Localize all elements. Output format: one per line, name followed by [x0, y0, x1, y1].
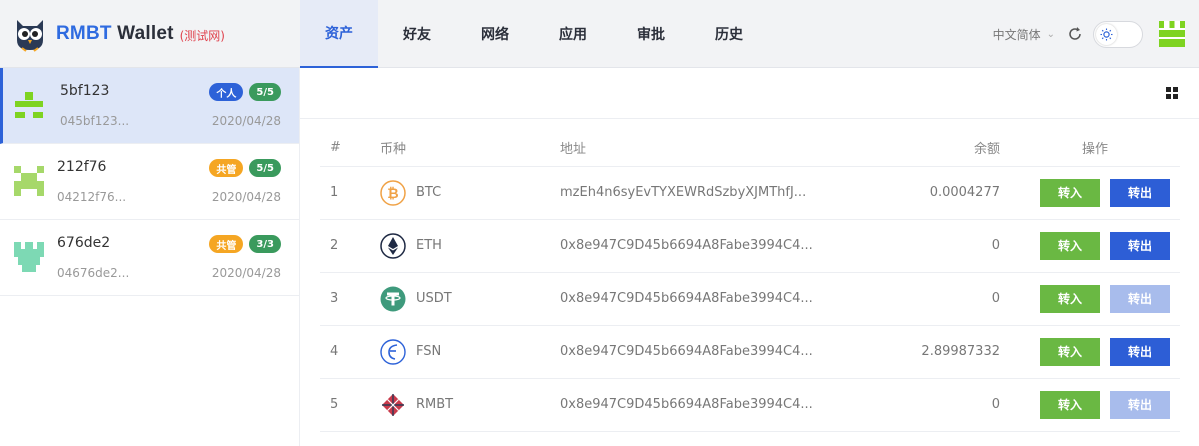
user-avatar[interactable]	[1159, 21, 1185, 47]
signer-count-badge: 5/5	[249, 83, 281, 101]
account-date: 2020/04/28	[211, 190, 281, 204]
btc-icon: ₿	[380, 179, 406, 206]
refresh-icon[interactable]	[1067, 26, 1083, 42]
tab-approval[interactable]: 审批	[612, 0, 690, 68]
signer-count-badge: 5/5	[249, 159, 281, 177]
balance-value: 0.0004277	[840, 166, 1010, 220]
withdraw-button[interactable]: 转出	[1110, 231, 1170, 260]
fsn-icon	[380, 338, 406, 365]
account-type-badge: 共管	[209, 159, 244, 177]
account-name: 676de2	[57, 235, 111, 251]
table-row: 2 ETH 0x8e947C9D45b6694A8Fabe3994C4... 0…	[320, 219, 1180, 273]
eth-icon	[380, 232, 406, 259]
account-name: 212f76	[57, 159, 107, 175]
tab-network[interactable]: 网络	[456, 0, 534, 68]
svg-text:₿: ₿	[387, 186, 398, 202]
account-list: 5bf123 个人 5/5 045bf123... 2020/04/28 212…	[0, 68, 300, 446]
account-address: 04676de2...	[57, 266, 130, 280]
col-header-num: #	[320, 129, 360, 167]
coin-name: ETH	[416, 238, 442, 253]
balance-value: 2.89987332	[840, 325, 1010, 379]
account-type-badge: 个人	[209, 83, 244, 101]
sun-icon	[1096, 23, 1117, 45]
withdraw-button: 转出	[1110, 284, 1170, 313]
wallet-address: mzEh4n6syEvTYXEWRdSzbyXJMThfJ...	[540, 166, 840, 220]
deposit-button[interactable]: 转入	[1040, 284, 1100, 313]
wallet-address: 0x8e947C9D45b6694A8Fabe3994C4...	[540, 219, 840, 273]
tab-assets[interactable]: 资产	[300, 0, 378, 68]
language-select[interactable]: 中文简体 ⌄	[993, 26, 1055, 43]
coin-name: FSN	[416, 344, 442, 359]
deposit-button[interactable]: 转入	[1040, 178, 1100, 207]
table-row: 5 RMBT 0x8e947C9D45b6694A8Fabe3994C4... …	[320, 378, 1180, 432]
table-row: 3 USDT 0x8e947C9D45b6694A8Fabe3994C4... …	[320, 272, 1180, 326]
wallet-address: 0x8e947C9D45b6694A8Fabe3994C4...	[540, 272, 840, 326]
tab-history[interactable]: 历史	[690, 0, 768, 68]
deposit-button[interactable]: 转入	[1040, 390, 1100, 419]
coin-name: RMBT	[416, 397, 454, 412]
account-date: 2020/04/28	[211, 114, 281, 128]
network-label: (测试网)	[179, 29, 225, 43]
account-badges: 个人 5/5	[209, 83, 281, 101]
coin-name: USDT	[416, 291, 452, 306]
account-badges: 共管 5/5	[209, 159, 281, 177]
account-identicon	[12, 240, 46, 274]
signer-count-badge: 3/3	[249, 235, 281, 253]
assets-panel: # 币种 地址 余额 操作 1 ₿ BTC mzEh4n6syEvTYXEWRd…	[300, 68, 1199, 446]
withdraw-button: 转出	[1110, 390, 1170, 419]
rmbt-icon	[382, 393, 404, 416]
table-row: 1 ₿ BTC mzEh4n6syEvTYXEWRdSzbyXJMThfJ...…	[320, 166, 1180, 220]
theme-toggle[interactable]	[1093, 20, 1143, 48]
balance-value: 0	[840, 219, 1010, 273]
account-address: 045bf123...	[60, 114, 130, 128]
row-number: 3	[320, 272, 360, 326]
top-header: RMBT Wallet (测试网) 资产 好友 网络 应用 审批 历史 中文简体…	[0, 0, 1199, 68]
account-item[interactable]: 5bf123 个人 5/5 045bf123... 2020/04/28	[0, 68, 299, 144]
account-identicon	[12, 88, 46, 122]
col-header-coin: 币种	[360, 129, 540, 167]
header-tools: 中文简体 ⌄	[993, 0, 1199, 68]
language-label: 中文简体	[992, 27, 1041, 42]
owl-logo-icon	[17, 20, 43, 52]
balance-value: 0	[840, 378, 1010, 432]
brand: RMBT Wallet (测试网)	[0, 0, 300, 68]
account-address: 04212f76...	[57, 190, 127, 204]
col-header-actions: 操作	[1010, 129, 1180, 167]
table-header-row: # 币种 地址 余额 操作	[320, 129, 1180, 167]
usdt-icon	[380, 286, 406, 311]
table-row: 4 FSN 0x8e947C9D45b6694A8Fabe3994C4... 2…	[320, 325, 1180, 379]
account-date: 2020/04/28	[211, 266, 281, 280]
col-header-address: 地址	[540, 129, 840, 167]
account-name: 5bf123	[60, 83, 110, 99]
row-number: 1	[320, 166, 360, 220]
tab-friends[interactable]: 好友	[378, 0, 456, 68]
deposit-button[interactable]: 转入	[1040, 337, 1100, 366]
coin-name: BTC	[416, 185, 442, 200]
chevron-down-icon: ⌄	[1046, 28, 1055, 40]
account-item[interactable]: 676de2 共管 3/3 04676de2... 2020/04/28	[0, 220, 299, 296]
row-number: 2	[320, 219, 360, 273]
tab-apps[interactable]: 应用	[534, 0, 612, 68]
row-number: 5	[320, 378, 360, 432]
row-number: 4	[320, 325, 360, 379]
grid-view-icon[interactable]	[1165, 86, 1179, 100]
account-item[interactable]: 212f76 共管 5/5 04212f76... 2020/04/28	[0, 144, 299, 220]
withdraw-button[interactable]: 转出	[1110, 337, 1170, 366]
divider	[300, 118, 1199, 119]
main-nav: 资产 好友 网络 应用 审批 历史	[300, 0, 768, 68]
assets-table: # 币种 地址 余额 操作 1 ₿ BTC mzEh4n6syEvTYXEWRd…	[320, 129, 1180, 432]
col-header-balance: 余额	[840, 129, 1010, 167]
account-type-badge: 共管	[209, 235, 244, 253]
balance-value: 0	[840, 272, 1010, 326]
account-identicon	[12, 164, 46, 198]
account-badges: 共管 3/3	[209, 235, 281, 253]
withdraw-button[interactable]: 转出	[1110, 178, 1170, 207]
app-title: RMBT Wallet	[56, 23, 174, 44]
wallet-address: 0x8e947C9D45b6694A8Fabe3994C4...	[540, 325, 840, 379]
wallet-address: 0x8e947C9D45b6694A8Fabe3994C4...	[540, 378, 840, 432]
deposit-button[interactable]: 转入	[1040, 231, 1100, 260]
